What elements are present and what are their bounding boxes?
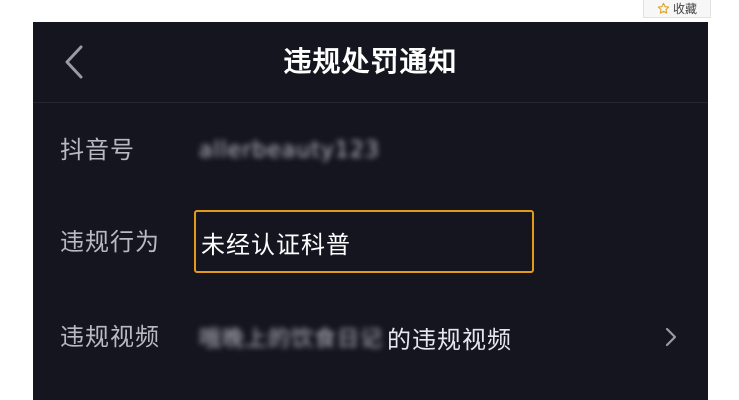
account-value: allerbeauty123 xyxy=(199,110,380,190)
star-icon xyxy=(657,2,670,15)
video-label: 违规视频 xyxy=(60,323,160,351)
phone-screen: 违规处罚通知 抖音号 allerbeauty123 违规行为 未经认证科普 违规… xyxy=(33,22,708,400)
row-account: 抖音号 allerbeauty123 xyxy=(33,110,708,190)
nav-bar: 违规处罚通知 xyxy=(33,22,708,103)
video-value-blurred: 哦晚上的饮食日记 xyxy=(199,327,384,352)
favorite-button[interactable]: 收藏 xyxy=(643,0,711,18)
account-label: 抖音号 xyxy=(60,136,135,164)
highlight-box xyxy=(194,210,534,273)
favorite-label: 收藏 xyxy=(672,2,697,16)
video-value-suffix: 的违规视频 xyxy=(387,325,513,354)
video-value: 哦晚上的饮食日记 的违规视频 xyxy=(199,297,512,377)
chevron-right-icon[interactable] xyxy=(664,326,678,348)
account-value-blurred: allerbeauty123 xyxy=(199,137,380,163)
page: 收藏 违规处罚通知 抖音号 allerbeauty123 违规行为 未经认证科普 xyxy=(0,0,739,400)
row-video[interactable]: 违规视频 哦晚上的饮食日记 的违规视频 xyxy=(33,297,708,377)
behavior-label: 违规行为 xyxy=(60,228,160,256)
page-title: 违规处罚通知 xyxy=(283,45,458,78)
